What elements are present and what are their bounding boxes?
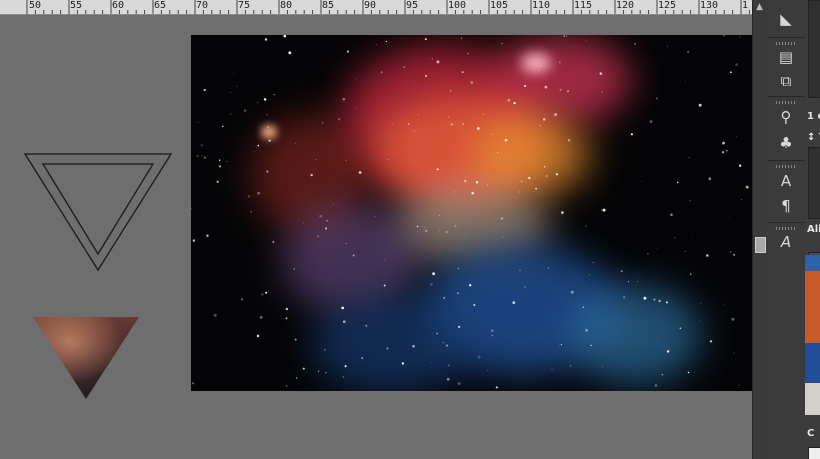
panel-label[interactable]: ↕ T (807, 132, 820, 143)
pages-panel-icon[interactable]: ◣ (774, 8, 798, 30)
pathfinder-panel-icon[interactable]: ⧉ (774, 70, 798, 92)
swatches-panel-icon[interactable]: ♣ (774, 132, 798, 154)
panel-list-box[interactable] (808, 0, 820, 98)
image-thumbnail[interactable] (805, 255, 820, 415)
space-nebula-image[interactable] (191, 35, 752, 391)
ruler-label: 95 (406, 0, 419, 11)
scroll-up-arrow-icon[interactable]: ▲ (756, 3, 765, 12)
right-docked-panel: 1 c ↕ T Ali gu Pu C (805, 0, 820, 459)
ruler-label: 105 (490, 0, 509, 11)
ruler-label: 130 (700, 0, 719, 11)
panel-label: C (807, 428, 815, 439)
paragraph-styles-icon[interactable]: ¶ (774, 195, 798, 217)
panel-tool-strip: ◣ ▤ ⧉ ⚲ ♣ A ¶ A (768, 0, 806, 459)
nebula-filled-triangle[interactable] (33, 317, 139, 399)
panel-label: Ali (807, 224, 820, 235)
ruler-label: 120 (616, 0, 635, 11)
ruler-label: 50 (29, 0, 42, 11)
ruler-label: 1 (742, 0, 749, 11)
character-styles-icon[interactable]: A (774, 170, 798, 192)
ruler-label: 75 (238, 0, 251, 11)
star-field (191, 35, 749, 391)
ruler-label: 60 (112, 0, 125, 11)
ruler-label: 85 (322, 0, 335, 11)
outlined-triangle-shape[interactable] (23, 152, 173, 272)
panel-label: 1 c (807, 111, 820, 122)
scrollbar-thumb[interactable] (755, 237, 766, 253)
ruler-label: 115 (574, 0, 593, 11)
links-panel-icon[interactable]: ⚲ (774, 106, 798, 128)
vertical-scrollbar[interactable]: ▲ (752, 0, 768, 459)
glyphs-panel-icon[interactable]: A (774, 231, 798, 253)
ruler-label: 100 (448, 0, 467, 11)
ruler-label: 80 (280, 0, 293, 11)
ruler-label: 125 (658, 0, 677, 11)
horizontal-ruler[interactable]: 50 55 60 65 70 75 80 85 90 95 100 105 11… (0, 0, 752, 15)
panel-field[interactable] (808, 147, 820, 219)
align-panel-icon[interactable]: ▤ (774, 46, 798, 68)
ruler-label: 65 (154, 0, 167, 11)
document-pasteboard[interactable] (0, 15, 752, 459)
ruler-label: 90 (364, 0, 377, 11)
ruler-label: 110 (532, 0, 551, 11)
stroke-swatch-icon[interactable] (808, 447, 820, 459)
ruler-label: 70 (196, 0, 209, 11)
ruler-label: 55 (70, 0, 83, 11)
